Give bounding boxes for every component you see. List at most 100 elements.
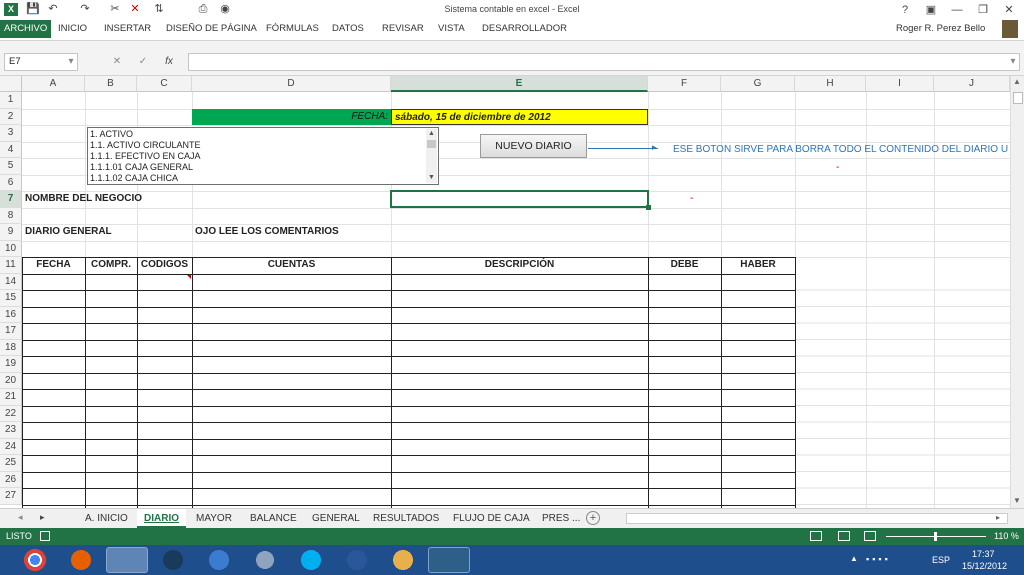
nuevo-diario-button[interactable]: NUEVO DIARIO (480, 134, 587, 158)
row-header-18[interactable]: 18 (0, 339, 22, 356)
macro-record-icon[interactable] (40, 531, 50, 541)
user-name[interactable]: Roger R. Perez Bello (896, 23, 985, 34)
row-header-21[interactable]: 21 (0, 389, 22, 406)
scroll-thumb[interactable] (1013, 92, 1023, 104)
close-icon[interactable]: ✕ (996, 0, 1022, 20)
header-debe[interactable]: DEBE (648, 257, 721, 273)
column-header-f[interactable]: F (648, 76, 721, 92)
row-header-19[interactable]: 19 (0, 356, 22, 373)
language-indicator[interactable]: ESP (932, 555, 950, 565)
row-header-17[interactable]: 17 (0, 323, 22, 340)
calculator-icon[interactable] (244, 547, 286, 573)
tab-revisar[interactable]: REVISAR (378, 20, 428, 38)
media-player-icon[interactable] (152, 547, 194, 573)
row-header-16[interactable]: 16 (0, 306, 22, 323)
header-compr[interactable]: COMPR. (85, 257, 137, 273)
restore-icon[interactable]: ❐ (970, 0, 996, 20)
fill-handle[interactable] (646, 205, 651, 210)
tab-vista[interactable]: VISTA (434, 20, 469, 38)
sheet-tab-mayor[interactable]: MAYOR (189, 509, 239, 528)
row-header-14[interactable]: 14 (0, 273, 22, 290)
row-header-27[interactable]: 27 (0, 488, 22, 505)
header-haber[interactable]: HABER (721, 257, 795, 273)
column-header-c[interactable]: C (137, 76, 192, 92)
sheet-tab-resultados[interactable]: RESULTADOS (366, 509, 446, 528)
zoom-level[interactable]: 110 % (994, 531, 1019, 541)
file-explorer-icon[interactable] (106, 547, 148, 573)
row-header-8[interactable]: 8 (0, 207, 22, 224)
page-layout-icon[interactable] (838, 531, 850, 541)
ribbon-options-icon[interactable]: ▣ (918, 0, 944, 20)
vertical-scrollbar[interactable]: ▲ ▼ (1010, 76, 1024, 508)
diario-general-label[interactable]: DIARIO GENERAL (23, 224, 114, 240)
scroll-right-icon[interactable]: ▸ (996, 513, 1000, 522)
column-header-j[interactable]: J (934, 76, 1010, 92)
confirm-entry-icon[interactable]: ✓ (136, 54, 150, 70)
help-icon[interactable]: ? (892, 0, 918, 20)
row-header-20[interactable]: 20 (0, 372, 22, 389)
fecha-label-cell[interactable]: FECHA: (192, 108, 391, 125)
list-item[interactable]: 1. ACTIVO (90, 129, 133, 140)
row-header-3[interactable]: 3 (0, 125, 22, 142)
column-header-a[interactable]: A (22, 76, 85, 92)
select-all-corner[interactable] (0, 76, 22, 92)
scroll-up-icon[interactable]: ▲ (426, 129, 437, 139)
column-header-e[interactable]: E (391, 76, 648, 92)
scroll-tabs-right-icon[interactable]: ▸ (40, 512, 45, 523)
scroll-up-icon[interactable]: ▲ (1013, 77, 1021, 86)
account-listbox[interactable]: 1. ACTIVO 1.1. ACTIVO CIRCULANTE 1.1.1. … (87, 127, 439, 185)
list-item[interactable]: 1.1. ACTIVO CIRCULANTE (90, 140, 201, 151)
formula-input[interactable] (188, 53, 1020, 71)
listbox-scrollbar[interactable]: ▲ ▼ (426, 129, 437, 183)
name-box-dropdown-icon[interactable]: ▾ (64, 54, 78, 70)
row-header-4[interactable]: 4 (0, 141, 22, 158)
sheet-tab-flujo-caja[interactable]: FLUJO DE CAJA (446, 509, 537, 528)
row-header-7[interactable]: 7 (0, 191, 22, 208)
word-icon[interactable] (336, 547, 378, 573)
list-item[interactable]: 1.1.1.02 CAJA CHICA (90, 173, 178, 184)
row-header-1[interactable]: 1 (0, 92, 22, 109)
horizontal-scrollbar[interactable] (626, 513, 1008, 524)
list-item[interactable]: 1.1.1. EFECTIVO EN CAJA (90, 151, 201, 162)
cancel-entry-icon[interactable]: ✕ (110, 54, 124, 70)
row-header-5[interactable]: 5 (0, 158, 22, 175)
sheet-tab-pres[interactable]: PRES ... (535, 509, 587, 528)
row-header-22[interactable]: 22 (0, 405, 22, 422)
scroll-thumb[interactable] (427, 140, 436, 148)
header-descripcion[interactable]: DESCRIPCIÓN (391, 257, 648, 273)
sheet-tab-general[interactable]: GENERAL (305, 509, 367, 528)
chrome-icon[interactable] (14, 547, 56, 573)
header-fecha[interactable]: FECHA (22, 257, 85, 273)
scroll-tabs-left-icon[interactable]: ◂ (18, 512, 23, 523)
row-header-9[interactable]: 9 (0, 224, 22, 241)
column-header-g[interactable]: G (721, 76, 795, 92)
avatar[interactable] (1002, 20, 1018, 38)
tab-archivo[interactable]: ARCHIVO (0, 20, 52, 38)
row-header-26[interactable]: 26 (0, 471, 22, 488)
page-break-icon[interactable] (864, 531, 876, 541)
tray-icons[interactable]: ▪▪▪▪ (866, 554, 891, 564)
ojo-comentarios-label[interactable]: OJO LEE LOS COMENTARIOS (193, 224, 341, 240)
itunes-icon[interactable] (198, 547, 240, 573)
tab-datos[interactable]: DATOS (328, 20, 368, 38)
row-header-25[interactable]: 25 (0, 455, 22, 472)
clock-time[interactable]: 17:37 (972, 549, 995, 559)
firefox-icon[interactable] (60, 547, 102, 573)
selected-cell-e7[interactable] (390, 190, 649, 208)
sheet-tab-balance[interactable]: BALANCE (243, 509, 304, 528)
insert-function-icon[interactable]: fx (162, 54, 176, 70)
header-cuentas[interactable]: CUENTAS (192, 257, 391, 273)
expand-formula-icon[interactable]: ▾ (1006, 54, 1020, 70)
column-header-h[interactable]: H (795, 76, 866, 92)
row-header-2[interactable]: 2 (0, 108, 22, 125)
column-header-b[interactable]: B (85, 76, 137, 92)
tray-arrow-icon[interactable]: ▲ (850, 554, 858, 563)
row-header-23[interactable]: 23 (0, 422, 22, 439)
header-codigos[interactable]: CODIGOS (137, 257, 192, 273)
nombre-negocio-label[interactable]: NOMBRE DEL NEGOCIO (23, 191, 144, 207)
excel-taskbar-icon[interactable] (428, 547, 470, 573)
row-header-6[interactable]: 6 (0, 174, 22, 191)
row-header-15[interactable]: 15 (0, 290, 22, 307)
tab-formulas[interactable]: FÓRMULAS (262, 20, 323, 38)
scroll-down-icon[interactable]: ▼ (1013, 496, 1021, 505)
